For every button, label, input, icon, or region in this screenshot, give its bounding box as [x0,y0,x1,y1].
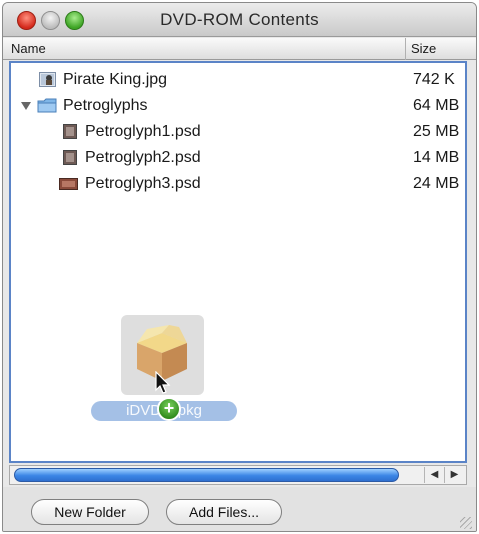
titlebar[interactable]: DVD-ROM Contents [3,3,476,37]
scroll-left-arrow-icon[interactable]: ◀ [424,467,444,483]
psd-file-icon [59,178,78,190]
copy-plus-icon: + [157,397,181,421]
file-name: Petroglyph1.psd [85,123,201,140]
file-name: Petroglyphs [63,97,148,114]
new-folder-button[interactable]: New Folder [31,499,149,525]
column-header-size[interactable]: Size [411,41,436,56]
list-item[interactable]: Petroglyph1.psd 25 MB [11,119,465,145]
psd-file-icon [63,124,77,139]
file-list[interactable]: Pirate King.jpg 742 K Petroglyphs 64 MB … [9,61,467,463]
image-file-icon [39,72,56,87]
list-item[interactable]: Petroglyph2.psd 14 MB [11,145,465,171]
file-size: 64 MB [413,97,460,114]
disclosure-triangle-icon[interactable] [21,102,31,110]
horizontal-scrollbar[interactable]: ◀ ▶ [9,465,467,485]
list-item[interactable]: Pirate King.jpg 742 K [11,67,465,93]
resize-grip-icon[interactable] [460,517,472,529]
add-files-button[interactable]: Add Files... [166,499,282,525]
list-item[interactable]: Petroglyph3.psd 24 MB [11,171,465,197]
dvd-contents-window: DVD-ROM Contents Name Size Pirate King.j… [2,2,477,532]
bottom-toolbar: New Folder Add Files... [3,487,476,531]
file-name: Petroglyph2.psd [85,149,201,166]
file-name: Pirate King.jpg [63,71,168,88]
scroll-right-arrow-icon[interactable]: ▶ [444,467,464,483]
file-size: 14 MB [413,149,460,166]
column-header: Name Size [3,38,476,60]
column-separator[interactable] [405,38,406,60]
folder-icon [37,98,57,113]
file-size: 742 K [413,71,455,88]
psd-file-icon [63,150,77,165]
list-item[interactable]: Petroglyphs 64 MB [11,93,465,119]
pointer-cursor-icon [155,371,171,394]
window-title: DVD-ROM Contents [160,10,319,29]
file-size: 24 MB [413,175,460,192]
file-size: 25 MB [413,123,460,140]
scroll-thumb[interactable] [14,468,399,482]
file-name: Petroglyph3.psd [85,175,201,192]
column-header-name[interactable]: Name [11,41,46,56]
